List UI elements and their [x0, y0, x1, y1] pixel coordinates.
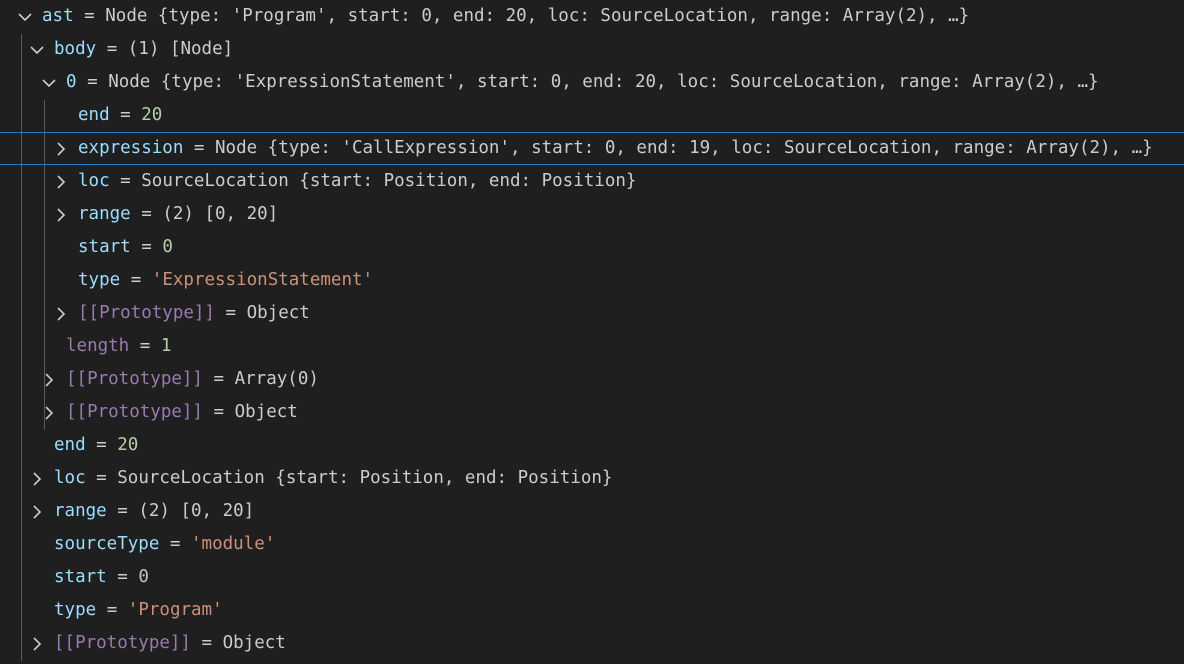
- variable-key: type: [54, 600, 97, 620]
- tree-row-label: end = 20: [78, 105, 163, 125]
- tree-row-label: start = 0: [54, 567, 149, 587]
- variable-value: SourceLocation {start: Position, end: Po…: [117, 468, 613, 488]
- tree-row-expression[interactable]: expression = Node {type: 'CallExpression…: [0, 132, 1184, 165]
- variable-key: 0: [66, 72, 77, 92]
- variable-value: Object: [222, 633, 286, 653]
- tree-row-type[interactable]: type = 'ExpressionStatement': [0, 264, 1184, 297]
- variable-key: [[Prototype]]: [66, 402, 203, 422]
- tree-row-type[interactable]: type = 'Program': [0, 594, 1184, 627]
- variable-value: Object: [246, 303, 310, 323]
- variable-value: 0: [138, 567, 149, 587]
- tree-row-label: body = (1) [Node]: [54, 39, 234, 59]
- variable-key: ast: [42, 6, 74, 26]
- tree-row-label: 0 = Node {type: 'ExpressionStatement', s…: [66, 72, 1099, 92]
- tree-row-label: start = 0: [78, 237, 173, 257]
- tree-row-sourcetype[interactable]: sourceType = 'module': [0, 528, 1184, 561]
- variable-value: 20: [117, 435, 139, 455]
- chevron-down-icon[interactable]: [41, 66, 57, 99]
- variable-value: 'Program': [127, 600, 223, 620]
- variable-value: (2) [0, 20]: [138, 501, 255, 521]
- tree-row-loc[interactable]: loc = SourceLocation {start: Position, e…: [0, 165, 1184, 198]
- chevron-right-icon[interactable]: [53, 165, 69, 198]
- tree-row-label: range = (2) [0, 20]: [54, 501, 255, 521]
- variable-value: Node {type: 'CallExpression', start: 0, …: [215, 138, 1153, 158]
- tree-row-length[interactable]: length = 1: [0, 330, 1184, 363]
- variable-value: Node {type: 'Program', start: 0, end: 20…: [105, 6, 970, 26]
- chevron-right-icon[interactable]: [29, 627, 45, 660]
- variable-key: range: [78, 204, 131, 224]
- tree-row-prototype[interactable]: [[Prototype]] = Object: [0, 297, 1184, 330]
- chevron-right-icon[interactable]: [53, 297, 69, 330]
- variables-tree: ast = Node {type: 'Program', start: 0, e…: [0, 0, 1184, 664]
- variable-value: 'module': [191, 534, 276, 554]
- tree-row-label: ast = Node {type: 'Program', start: 0, e…: [42, 6, 970, 26]
- variable-key: sourceType: [54, 534, 160, 554]
- tree-row-label: length = 1: [66, 336, 172, 356]
- tree-row-label: [[Prototype]] = Object: [66, 402, 298, 422]
- tree-row-label: type = 'ExpressionStatement': [78, 270, 374, 290]
- chevron-down-icon[interactable]: [29, 33, 45, 66]
- chevron-right-icon[interactable]: [29, 495, 45, 528]
- tree-row-label: loc = SourceLocation {start: Position, e…: [54, 468, 613, 488]
- variable-key: [[Prototype]]: [78, 303, 215, 323]
- tree-row-0[interactable]: 0 = Node {type: 'ExpressionStatement', s…: [0, 66, 1184, 99]
- tree-row-label: [[Prototype]] = Object: [78, 303, 310, 323]
- tree-row-end[interactable]: end = 20: [0, 99, 1184, 132]
- variable-key: loc: [78, 171, 110, 191]
- variable-value: SourceLocation {start: Position, end: Po…: [141, 171, 637, 191]
- tree-row-label: loc = SourceLocation {start: Position, e…: [78, 171, 637, 191]
- chevron-right-icon[interactable]: [53, 133, 69, 164]
- variable-value: Node {type: 'ExpressionStatement', start…: [108, 72, 1099, 92]
- variable-value: 'ExpressionStatement': [151, 270, 374, 290]
- chevron-right-icon[interactable]: [53, 198, 69, 231]
- variable-key: start: [54, 567, 107, 587]
- tree-row-label: range = (2) [0, 20]: [78, 204, 279, 224]
- tree-row-label: type = 'Program': [54, 600, 223, 620]
- chevron-right-icon[interactable]: [29, 462, 45, 495]
- variable-key: length: [66, 336, 130, 356]
- tree-row-label: [[Prototype]] = Object: [54, 633, 286, 653]
- variable-key: expression: [78, 138, 184, 158]
- tree-row-start[interactable]: start = 0: [0, 561, 1184, 594]
- chevron-right-icon[interactable]: [41, 396, 57, 429]
- variable-value: Array(0): [234, 369, 319, 389]
- variable-key: range: [54, 501, 107, 521]
- tree-row-range[interactable]: range = (2) [0, 20]: [0, 495, 1184, 528]
- tree-row-label: expression = Node {type: 'CallExpression…: [78, 138, 1153, 158]
- variable-key: start: [78, 237, 131, 257]
- tree-row-prototype[interactable]: [[Prototype]] = Object: [0, 396, 1184, 429]
- tree-row-prototype[interactable]: [[Prototype]] = Array(0): [0, 363, 1184, 396]
- tree-row-loc[interactable]: loc = SourceLocation {start: Position, e…: [0, 462, 1184, 495]
- tree-row-end[interactable]: end = 20: [0, 429, 1184, 462]
- tree-row-range[interactable]: range = (2) [0, 20]: [0, 198, 1184, 231]
- variable-value: (1) [Node]: [127, 39, 234, 59]
- variable-key: end: [78, 105, 110, 125]
- tree-row-body[interactable]: body = (1) [Node]: [0, 33, 1184, 66]
- variable-value: 0: [162, 237, 173, 257]
- tree-row-label: [[Prototype]] = Array(0): [66, 369, 319, 389]
- variable-value: (2) [0, 20]: [162, 204, 279, 224]
- variable-key: [[Prototype]]: [66, 369, 203, 389]
- tree-row-ast[interactable]: ast = Node {type: 'Program', start: 0, e…: [0, 0, 1184, 33]
- variable-value: 20: [141, 105, 163, 125]
- variable-key: loc: [54, 468, 86, 488]
- tree-row-prototype[interactable]: [[Prototype]] = Object: [0, 627, 1184, 660]
- variable-key: [[Prototype]]: [54, 633, 191, 653]
- variable-value: Object: [234, 402, 298, 422]
- variable-key: type: [78, 270, 121, 290]
- variable-value: 1: [160, 336, 172, 356]
- tree-row-label: sourceType = 'module': [54, 534, 276, 554]
- chevron-right-icon[interactable]: [41, 363, 57, 396]
- tree-row-start[interactable]: start = 0: [0, 231, 1184, 264]
- tree-row-label: end = 20: [54, 435, 139, 455]
- variable-key: end: [54, 435, 86, 455]
- variable-key: body: [54, 39, 97, 59]
- chevron-down-icon[interactable]: [17, 0, 33, 33]
